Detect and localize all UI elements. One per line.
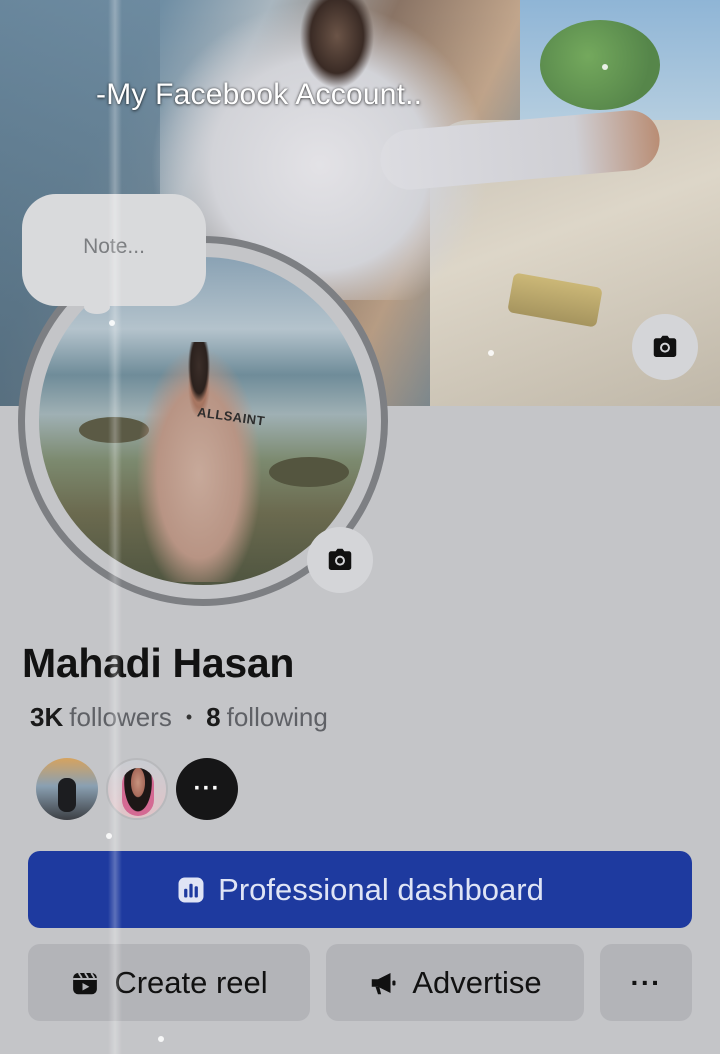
friends-preview: ···: [36, 758, 246, 820]
create-reel-button[interactable]: Create reel: [28, 944, 310, 1021]
professional-dashboard-label: Professional dashboard: [218, 871, 544, 907]
following-label[interactable]: following: [227, 702, 328, 733]
followers-label[interactable]: followers: [69, 702, 172, 733]
profile-stats: 3K followers • 8 following: [30, 702, 328, 733]
camera-icon: [653, 335, 677, 357]
friend-avatar[interactable]: [106, 758, 168, 820]
edit-profile-picture-button[interactable]: [307, 527, 373, 593]
sparkle: [602, 64, 608, 70]
more-options-button[interactable]: ···: [600, 944, 692, 1021]
profile-name: Mahadi Hasan: [22, 640, 295, 686]
following-count[interactable]: 8: [206, 702, 220, 733]
photo-person: [134, 342, 264, 582]
more-options-icon: ···: [630, 966, 662, 998]
camera-icon: [328, 548, 352, 570]
sparkle: [488, 350, 494, 356]
megaphone-icon: [372, 972, 396, 994]
cover-title: -My Facebook Account..: [96, 78, 423, 111]
cover-photo-tree: [540, 20, 660, 110]
photo-rock: [269, 457, 349, 487]
friend-avatar[interactable]: [36, 758, 98, 820]
create-reel-label: Create reel: [114, 964, 268, 1000]
sparkle: [158, 1036, 164, 1042]
advertise-button[interactable]: Advertise: [326, 944, 584, 1021]
sparkle: [106, 833, 112, 839]
more-dots: ···: [193, 775, 221, 802]
advertise-label: Advertise: [412, 964, 542, 1000]
bar-chart-icon: [178, 877, 204, 902]
note-placeholder: Note...: [83, 235, 145, 258]
professional-dashboard-button[interactable]: Professional dashboard: [28, 851, 692, 928]
note-bubble-tail: [84, 300, 110, 314]
more-friends-button[interactable]: ···: [176, 758, 238, 820]
note-bubble[interactable]: Note...: [22, 194, 206, 306]
stats-separator: •: [185, 707, 193, 727]
edit-cover-photo-button[interactable]: [632, 314, 698, 380]
reel-icon: [73, 972, 98, 994]
followers-count[interactable]: 3K: [30, 702, 63, 733]
sparkle: [109, 320, 115, 326]
